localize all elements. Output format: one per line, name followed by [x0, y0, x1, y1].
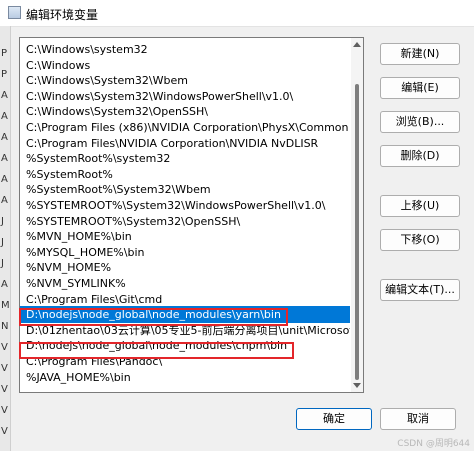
path-list-item[interactable]: C:\Windows\System32\OpenSSH\	[20, 103, 350, 120]
path-list-item[interactable]: C:\Windows\system32	[20, 41, 350, 58]
browse-button[interactable]: 浏览(B)...	[380, 111, 460, 133]
background-text-fragment: A	[1, 279, 8, 290]
background-text-fragment: M	[1, 300, 10, 311]
background-text-fragment: J	[1, 237, 4, 248]
path-list-item[interactable]: %SystemRoot%	[20, 166, 350, 183]
path-list-item[interactable]: D:\nodejs\node_global\node_modules\cnpm\…	[20, 337, 350, 354]
path-list-item[interactable]: %SystemRoot%\system32	[20, 150, 350, 167]
scroll-up-arrow-icon[interactable]	[353, 42, 361, 47]
watermark: CSDN @周明644	[397, 439, 470, 449]
path-list-item[interactable]: %MVN_HOME%\bin	[20, 228, 350, 245]
window-title: 编辑环境变量	[26, 8, 99, 22]
background-text-fragment: N	[1, 321, 9, 332]
path-list-item[interactable]: %JAVA_HOME%\bin	[20, 369, 350, 386]
move-up-button[interactable]: 上移(U)	[380, 195, 460, 217]
background-text-fragment: J	[1, 216, 4, 227]
path-list-item[interactable]: %NVM_SYMLINK%	[20, 275, 350, 292]
path-list-item[interactable]: C:\Windows\System32\Wbem	[20, 72, 350, 89]
path-list-item[interactable]: C:\Program Files\NVIDIA Corporation\NVID…	[20, 135, 350, 152]
background-text-fragment: P	[1, 48, 8, 59]
background-text-fragment: A	[1, 174, 8, 185]
scroll-down-arrow-icon[interactable]	[353, 383, 361, 388]
path-list-item[interactable]: %SYSTEMROOT%\System32\OpenSSH\	[20, 213, 350, 230]
background-text-fragment: V	[1, 342, 8, 353]
path-list-item[interactable]: C:\Windows\System32\WindowsPowerShell\v1…	[20, 88, 350, 105]
window-icon	[8, 6, 21, 19]
background-window-strip: PPAAAAAAJJJAMNVVVVV	[0, 26, 11, 451]
background-text-fragment: A	[1, 132, 8, 143]
path-list-item[interactable]: %MYSQL_HOME%\bin	[20, 244, 350, 261]
path-list[interactable]: %JAVA_HOME%\bin C:\Program Files\Pandoc\ D…	[19, 37, 364, 393]
path-list-item[interactable]: %SYSTEMROOT%\System32\WindowsPowerShell\…	[20, 197, 350, 214]
path-list-item[interactable]: C:\Program Files\Git\cmd	[20, 291, 350, 308]
background-text-fragment: V	[1, 384, 8, 395]
title-bar: 编辑环境变量	[0, 0, 474, 27]
path-list-item[interactable]: D:\nodejs\node_global\node_modules\yarn\…	[20, 306, 350, 324]
path-list-item[interactable]: C:\Program Files\Pandoc\	[20, 353, 350, 370]
edit-button[interactable]: 编辑(E)	[380, 77, 460, 99]
path-list-item[interactable]: %SystemRoot%\System32\Wbem	[20, 181, 350, 198]
list-scrollbar[interactable]	[351, 38, 363, 392]
background-text-fragment: J	[1, 258, 4, 269]
edit-text-button[interactable]: 编辑文本(T)...	[380, 279, 460, 301]
background-text-fragment: P	[1, 69, 8, 80]
background-text-fragment: V	[1, 405, 8, 416]
ok-button[interactable]: 确定	[296, 408, 372, 430]
move-down-button[interactable]: 下移(O)	[380, 229, 460, 251]
background-text-fragment: A	[1, 90, 8, 101]
path-list-item[interactable]: %NVM_HOME%	[20, 259, 350, 276]
delete-button[interactable]: 删除(D)	[380, 145, 460, 167]
path-list-item[interactable]: C:\Windows	[20, 57, 350, 74]
background-text-fragment: A	[1, 153, 8, 164]
background-text-fragment: V	[1, 426, 8, 437]
background-text-fragment: V	[1, 363, 8, 374]
path-list-item[interactable]: C:\Program Files (x86)\NVIDIA Corporatio…	[20, 119, 350, 136]
background-text-fragment: A	[1, 111, 8, 122]
scroll-thumb[interactable]	[355, 84, 359, 380]
cancel-button[interactable]: 取消	[380, 408, 456, 430]
new-button[interactable]: 新建(N)	[380, 43, 460, 65]
background-text-fragment: A	[1, 195, 8, 206]
path-list-item[interactable]: D:\01zhentao\03云计算\05专业5-前后端分离项目\unit\Mi…	[20, 322, 350, 339]
